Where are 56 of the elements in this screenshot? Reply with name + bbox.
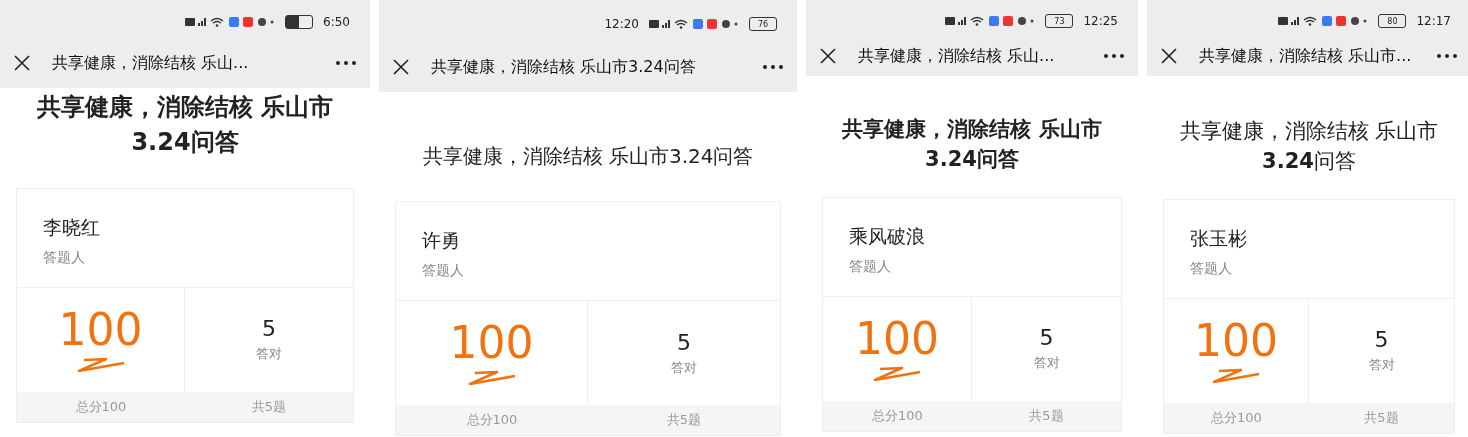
score-value: 100 <box>449 321 534 365</box>
page-title: 共享健康，消除结核 乐山市3.24问答 <box>841 116 1103 174</box>
battery-icon: 80 <box>1378 14 1407 28</box>
total-questions: 共5题 <box>185 391 353 422</box>
correct-count: 5 <box>1039 325 1054 351</box>
more-icon[interactable] <box>1104 54 1124 58</box>
role-label: 答题人 <box>849 257 892 276</box>
close-icon[interactable] <box>820 48 836 64</box>
correct-label: 答对 <box>1033 354 1060 373</box>
swoosh-icon <box>872 364 922 381</box>
role-label: 答题人 <box>422 262 465 280</box>
page-title: 共享健康，消除结核 乐山市3.24问答 <box>1178 118 1440 176</box>
score-value: 100 <box>855 316 939 361</box>
score-value: 100 <box>58 307 143 352</box>
page-title: 共享健康，消除结核 乐山市3.24问答 <box>35 92 335 158</box>
nav-title: 共享健康，消除结核 乐山市... <box>1199 45 1413 67</box>
role-label: 答题人 <box>1190 259 1233 278</box>
correct-count: 5 <box>677 329 691 355</box>
total-score: 总分100 <box>1164 402 1309 433</box>
nav-title: 共享健康，消除结核 乐山... <box>858 45 1056 67</box>
swoosh-icon <box>75 355 126 372</box>
correct-label: 答对 <box>256 345 282 364</box>
swoosh-icon <box>466 369 517 385</box>
correct-label: 答对 <box>671 358 697 377</box>
battery-icon: 73 <box>1045 14 1074 28</box>
correct-count: 5 <box>1374 327 1389 353</box>
page-title: 共享健康，消除结核 乐山市3.24问答 <box>421 143 755 170</box>
battery-icon <box>285 15 314 29</box>
role-label: 答题人 <box>43 248 86 267</box>
status-time: 12:25 <box>1083 14 1118 28</box>
total-questions: 共5题 <box>1309 402 1454 433</box>
score-value: 100 <box>1194 318 1278 363</box>
total-questions: 共5题 <box>588 405 780 435</box>
answerer-name: 李晓红 <box>43 214 101 240</box>
status-time: 12:20 <box>604 17 639 31</box>
more-icon[interactable] <box>763 65 783 69</box>
status-time: 6:50 <box>323 15 350 29</box>
nav-title: 共享健康，消除结核 乐山市3.24问答 <box>431 56 697 78</box>
answerer-name: 许勇 <box>422 228 461 253</box>
more-icon[interactable] <box>336 61 356 65</box>
answerer-name: 乘风破浪 <box>849 223 926 249</box>
total-questions: 共5题 <box>972 400 1121 431</box>
total-score: 总分100 <box>823 400 972 431</box>
correct-label: 答对 <box>1368 356 1395 375</box>
total-score: 总分100 <box>17 391 185 422</box>
battery-icon: 76 <box>749 17 777 31</box>
total-score: 总分100 <box>396 405 588 435</box>
swoosh-icon <box>1211 366 1261 383</box>
status-time: 12:17 <box>1416 14 1451 28</box>
close-icon[interactable] <box>14 55 30 71</box>
close-icon[interactable] <box>393 59 409 75</box>
correct-count: 5 <box>262 316 276 342</box>
close-icon[interactable] <box>1161 48 1177 64</box>
more-icon[interactable] <box>1437 54 1457 58</box>
nav-title: 共享健康，消除结核 乐山... <box>52 52 250 74</box>
answerer-name: 张玉彬 <box>1190 225 1248 251</box>
